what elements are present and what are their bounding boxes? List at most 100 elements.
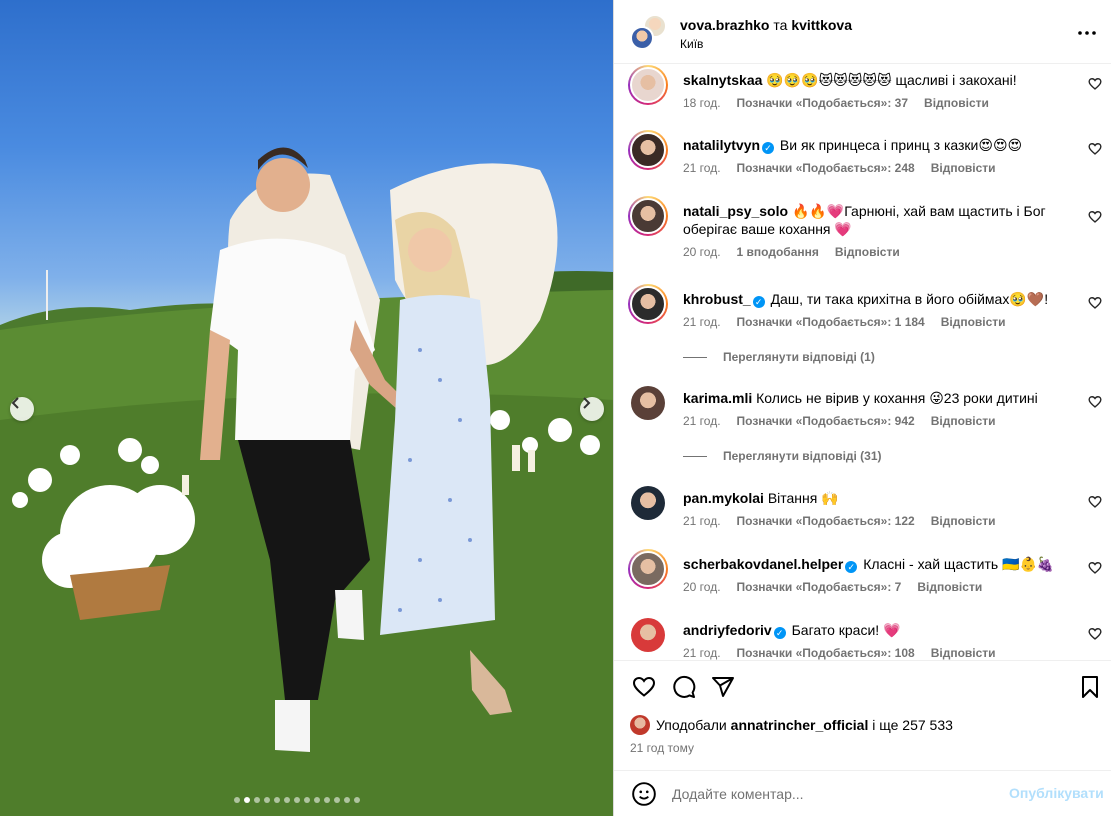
reply-button[interactable]: Відповісти	[931, 646, 996, 660]
reply-button[interactable]: Відповісти	[917, 580, 982, 594]
author-conjunction: та	[773, 17, 788, 33]
photo-illustration	[0, 147, 613, 816]
comment-likes[interactable]: Позначки «Подобається»: 7	[737, 580, 902, 594]
post-photo[interactable]	[0, 0, 613, 816]
comment-like-heart-icon[interactable]	[1088, 296, 1102, 310]
reply-button[interactable]: Відповісти	[941, 315, 1006, 329]
reply-button[interactable]: Відповісти	[835, 245, 900, 259]
avatar[interactable]	[628, 65, 668, 105]
comment-likes[interactable]: Позначки «Подобається»: 942	[737, 414, 915, 428]
replies-divider	[683, 356, 707, 358]
comment-username[interactable]: natalilytvyn	[683, 137, 760, 153]
comment-text: Багато краси! 💗	[791, 622, 901, 638]
comment-input[interactable]	[672, 783, 992, 805]
comment-meta: 21 год. Позначки «Подобається»: 248 Відпов…	[683, 161, 996, 175]
comment-time[interactable]: 20 год.	[683, 580, 721, 594]
likes-user[interactable]: annatrincher_official	[731, 717, 869, 733]
comment-text: 🥹🥹🥹😻😻😻😻😻 щасливі і закохані!	[766, 72, 1017, 88]
comment-time[interactable]: 21 год.	[683, 161, 721, 175]
verified-badge-icon: ✓	[762, 142, 775, 154]
comment-username[interactable]: khrobust_	[683, 291, 751, 307]
avatar[interactable]	[628, 130, 668, 170]
comment-icon[interactable]	[672, 675, 696, 699]
view-replies-button[interactable]: Переглянути відповіді (1)	[683, 350, 875, 364]
comment-time[interactable]: 21 год.	[683, 315, 721, 329]
reply-button[interactable]: Відповісти	[931, 514, 996, 528]
avatar[interactable]	[628, 549, 668, 589]
comment-username[interactable]: pan.mykolai	[683, 490, 764, 506]
comment-time[interactable]: 21 год.	[683, 646, 721, 660]
heart-icon[interactable]	[632, 675, 656, 699]
comment-like-heart-icon[interactable]	[1088, 627, 1102, 641]
verified-badge-icon: ✓	[752, 296, 765, 308]
comment-likes[interactable]: Позначки «Подобається»: 122	[737, 514, 915, 528]
post-header: vova.brazhko та kvittkova Київ	[614, 0, 1111, 64]
avatar[interactable]	[631, 486, 665, 520]
carousel-dot	[304, 797, 310, 803]
reply-button[interactable]: Відповісти	[931, 161, 996, 175]
comment-like-heart-icon[interactable]	[1088, 561, 1102, 575]
avatar[interactable]	[631, 386, 665, 420]
comment-meta: 21 год. Позначки «Подобається»: 1 184 Відп…	[683, 315, 1006, 329]
avatar[interactable]	[630, 26, 654, 50]
comment-likes[interactable]: Позначки «Подобається»: 37	[737, 96, 908, 110]
avatar-image	[630, 286, 666, 322]
likes-count[interactable]: і ще 257 533	[872, 717, 953, 733]
avatar-image	[630, 198, 666, 234]
comment-username[interactable]: natali_psy_solo	[683, 203, 788, 219]
comment-time[interactable]: 18 год.	[683, 96, 721, 110]
emoji-icon[interactable]	[631, 781, 657, 807]
avatar[interactable]	[631, 618, 665, 652]
more-options-button[interactable]	[1076, 22, 1098, 44]
comment-time[interactable]: 21 год.	[683, 414, 721, 428]
comment-username[interactable]: andriyfedoriv	[683, 622, 772, 638]
comment-like-heart-icon[interactable]	[1088, 77, 1102, 91]
post-side-panel: vova.brazhko та kvittkova Київ skalnytsk…	[613, 0, 1111, 816]
comment-likes[interactable]: 1 вподобання	[737, 245, 819, 259]
comment-text-block: natali_psy_solo 🔥🔥💗Гарнюні, хай вам щаст…	[683, 202, 1073, 238]
author-username[interactable]: kvittkova	[791, 17, 852, 33]
comment-username[interactable]: skalnytskaa	[683, 72, 762, 88]
carousel-dot	[334, 797, 340, 803]
comment-text-block: karima.mli Колись не вірив у кохання 😜23…	[683, 389, 1073, 407]
author-username[interactable]: vova.brazhko	[680, 17, 769, 33]
comment-like-heart-icon[interactable]	[1088, 142, 1102, 156]
comment-username[interactable]: scherbakovdanel.helper	[683, 556, 843, 572]
carousel-dot	[234, 797, 240, 803]
share-icon[interactable]	[711, 675, 735, 699]
avatar-image	[630, 67, 666, 103]
comment-text: Даш, ти така крихітна в його обіймах🥹🤎!	[770, 291, 1049, 307]
comment-composer: Опублікувати	[614, 770, 1111, 816]
comment-likes[interactable]: Позначки «Подобається»: 108	[737, 646, 915, 660]
comment-time[interactable]: 20 год.	[683, 245, 721, 259]
comment-time[interactable]: 21 год.	[683, 514, 721, 528]
post-time[interactable]: 21 год тому	[630, 741, 694, 755]
avatar[interactable]	[628, 196, 668, 236]
prev-slide-button[interactable]	[10, 397, 34, 421]
comments-list[interactable]: skalnytskaa 🥹🥹🥹😻😻😻😻😻 щасливі і закохані!…	[614, 65, 1111, 660]
comment-like-heart-icon[interactable]	[1088, 395, 1102, 409]
chevron-right-icon	[583, 397, 591, 409]
reply-button[interactable]: Відповісти	[924, 96, 989, 110]
replies-divider	[683, 455, 707, 457]
comment-like-heart-icon[interactable]	[1088, 210, 1102, 224]
view-replies-button[interactable]: Переглянути відповіді (31)	[683, 449, 882, 463]
carousel-dot	[264, 797, 270, 803]
comment-likes[interactable]: Позначки «Подобається»: 1 184	[737, 315, 925, 329]
next-slide-button[interactable]	[580, 397, 604, 421]
author-avatars[interactable]	[630, 14, 667, 50]
comment-text: Класні - хай щастить 🇺🇦👶🍇	[863, 556, 1055, 572]
publish-button[interactable]: Опублікувати	[1009, 785, 1104, 801]
comment-text-block: andriyfedoriv ✓ Багато краси! 💗	[683, 621, 1073, 639]
post-location[interactable]: Київ	[680, 37, 703, 51]
comment-meta: 21 год. Позначки «Подобається»: 108 Відпов…	[683, 646, 996, 660]
reply-button[interactable]: Відповісти	[931, 414, 996, 428]
comment-text-block: scherbakovdanel.helper ✓ Класні - хай щас…	[683, 555, 1073, 573]
avatar[interactable]	[628, 284, 668, 324]
comment-username[interactable]: karima.mli	[683, 390, 752, 406]
comment-like-heart-icon[interactable]	[1088, 495, 1102, 509]
likes-summary[interactable]: Уподобали annatrincher_official і ще 257…	[630, 715, 953, 735]
bookmark-icon[interactable]	[1078, 675, 1102, 699]
verified-badge-icon: ✓	[845, 561, 858, 573]
comment-likes[interactable]: Позначки «Подобається»: 248	[737, 161, 915, 175]
